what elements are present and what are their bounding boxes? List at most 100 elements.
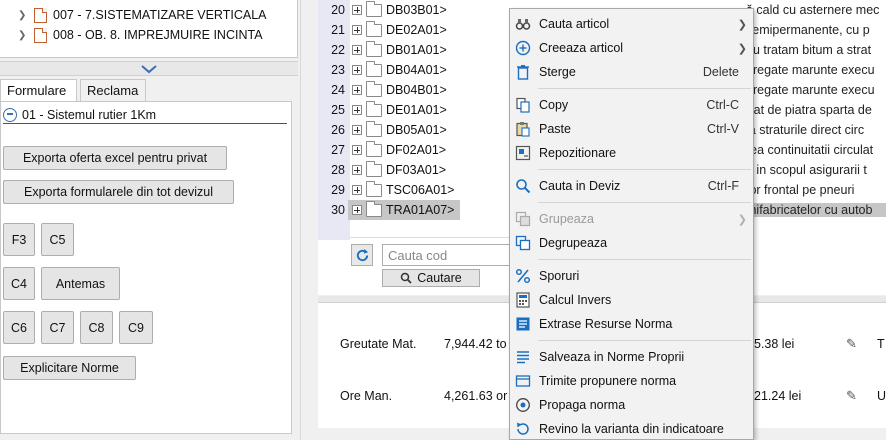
row-number: 27	[331, 143, 345, 157]
code-cell[interactable]: DB05A01>	[348, 120, 453, 140]
expand-plus-icon[interactable]	[352, 85, 362, 95]
code-cell[interactable]: DE02A01>	[348, 20, 453, 40]
c7-button[interactable]: C7	[41, 311, 74, 344]
c5-button[interactable]: C5	[41, 223, 74, 256]
save-list-icon	[515, 349, 531, 365]
tab-formulare[interactable]: Formulare	[0, 79, 77, 101]
code-cell[interactable]: TRA01A07>	[348, 200, 461, 220]
menu-item-creeaza-articol[interactable]: Creeaza articol ❯	[510, 37, 753, 59]
c8-button[interactable]: C8	[80, 311, 113, 344]
menu-item-sporuri[interactable]: Sporuri	[510, 265, 753, 287]
copy-icon	[515, 97, 531, 113]
expand-plus-icon[interactable]	[352, 125, 362, 135]
expand-plus-icon[interactable]	[352, 45, 362, 55]
expand-plus-icon[interactable]	[352, 185, 362, 195]
article-description: rea continuitatii circulat	[746, 143, 874, 157]
export-excel-button[interactable]: Exporta oferta excel pentru privat	[3, 146, 227, 170]
refresh-icon	[356, 248, 368, 261]
menu-shortcut: Ctrl-V	[707, 122, 739, 136]
ore-label: Ore Man.	[340, 389, 393, 403]
expand-plus-icon[interactable]	[352, 5, 362, 15]
menu-shortcut: Ctrl-F	[707, 179, 739, 193]
c6-button[interactable]: C6	[3, 311, 35, 344]
folder-icon	[366, 60, 382, 77]
article-description: au tratam bitum a strat	[746, 43, 872, 57]
article-code: DB04B01>	[386, 83, 447, 97]
article-description: mifabricatelor cu autob	[746, 203, 886, 217]
c9-button[interactable]: C9	[119, 311, 153, 344]
menu-label: Copy	[539, 98, 569, 112]
expand-plus-icon[interactable]	[352, 25, 362, 35]
c4-button[interactable]: C4	[3, 267, 35, 300]
menu-item-revino-varianta[interactable]: Revino la varianta din indicatoare	[510, 418, 753, 440]
expand-arrow-icon[interactable]: ❯	[18, 30, 28, 41]
greutate-value: 7,944.42 to	[444, 337, 507, 351]
propagate-icon	[515, 397, 531, 413]
menu-item-cauta-in-deviz[interactable]: Cauta in Deviz Ctrl-F	[510, 175, 753, 197]
menu-label: Paste	[539, 122, 571, 136]
code-cell[interactable]: DE01A01>	[348, 100, 453, 120]
row-number: 20	[331, 3, 345, 17]
revert-icon	[515, 421, 531, 437]
row-number: 22	[331, 43, 345, 57]
expand-arrow-icon[interactable]: ❯	[18, 10, 28, 21]
tree-item-007[interactable]: ❯ 007 - 7.SISTEMATIZARE VERTICALA	[18, 5, 267, 25]
refresh-button[interactable]	[351, 244, 373, 266]
menu-separator	[538, 88, 751, 89]
code-cell[interactable]: DF02A01>	[348, 140, 452, 160]
code-cell[interactable]: TSC06A01>	[348, 180, 460, 200]
expand-plus-icon[interactable]	[352, 105, 362, 115]
menu-item-repozitionare[interactable]: Repozitionare	[510, 142, 753, 164]
article-code: DB01A01>	[386, 43, 447, 57]
expand-plus-icon[interactable]	[352, 205, 362, 215]
menu-item-calcul-invers[interactable]: Calcul Invers	[510, 289, 753, 311]
menu-item-sterge[interactable]: Sterge Delete	[510, 61, 753, 83]
export-forms-button[interactable]: Exporta formularele din tot devizul	[3, 180, 234, 204]
splitter[interactable]	[300, 0, 316, 440]
row-number: 25	[331, 103, 345, 117]
code-cell[interactable]: DB04B01>	[348, 80, 453, 100]
menu-item-grupeaza: Grupeaza ❯	[510, 208, 753, 230]
menu-label: Trimite propunere norma	[539, 374, 677, 388]
menu-separator	[538, 340, 751, 341]
code-cell[interactable]: DF03A01>	[348, 160, 452, 180]
menu-item-cauta-articol[interactable]: Cauta articol ❯	[510, 13, 753, 35]
pencil-icon[interactable]: ✎	[846, 336, 857, 352]
antemas-button[interactable]: Antemas	[41, 267, 120, 300]
code-cell[interactable]: DB03B01>	[348, 0, 453, 20]
folder-icon	[366, 0, 382, 17]
expand-plus-icon[interactable]	[352, 145, 362, 155]
article-code: TSC06A01>	[386, 183, 455, 197]
collapse-toggle[interactable]	[0, 61, 298, 76]
code-cell[interactable]: DB01A01>	[348, 40, 453, 60]
article-description: ă cald cu asternere mec	[746, 3, 880, 17]
menu-label: Sporuri	[539, 269, 580, 283]
pencil-icon[interactable]: ✎	[846, 388, 857, 404]
expand-plus-icon[interactable]	[352, 65, 362, 75]
f3-button[interactable]: F3	[3, 223, 35, 256]
menu-item-copy[interactable]: Copy Ctrl-C	[510, 94, 753, 116]
folder-icon	[366, 180, 382, 197]
tab-reclama[interactable]: Reclama	[80, 79, 146, 101]
cautare-button[interactable]: Cautare	[382, 269, 480, 287]
percent-icon	[515, 268, 531, 284]
expand-plus-icon[interactable]	[352, 165, 362, 175]
menu-item-trimite-propunere[interactable]: Trimite propunere norma	[510, 370, 753, 392]
menu-item-propaga-norma[interactable]: Propaga norma	[510, 394, 753, 416]
menu-item-degrupeaza[interactable]: Degrupeaza	[510, 232, 753, 254]
menu-label: Propaga norma	[539, 398, 626, 412]
greutate-trail: T	[877, 337, 885, 351]
search-icon	[515, 178, 531, 194]
article-code: DF03A01>	[386, 163, 447, 177]
row-number: 21	[331, 23, 345, 37]
send-icon	[515, 373, 531, 389]
menu-item-extrase-resurse[interactable]: Extrase Resurse Norma	[510, 313, 753, 335]
menu-item-salveaza-norme[interactable]: Salveaza in Norme Proprii	[510, 346, 753, 368]
code-cell[interactable]: DB04A01>	[348, 60, 453, 80]
explicitare-norme-button[interactable]: Explicitare Norme	[3, 356, 136, 380]
menu-item-paste[interactable]: Paste Ctrl-V	[510, 118, 753, 140]
menu-shortcut: Ctrl-C	[706, 98, 739, 112]
document-icon	[34, 7, 47, 23]
folder-icon	[366, 120, 382, 137]
tree-item-008[interactable]: ❯ 008 - OB. 8. IMPREJMUIRE INCINTA	[18, 25, 263, 45]
